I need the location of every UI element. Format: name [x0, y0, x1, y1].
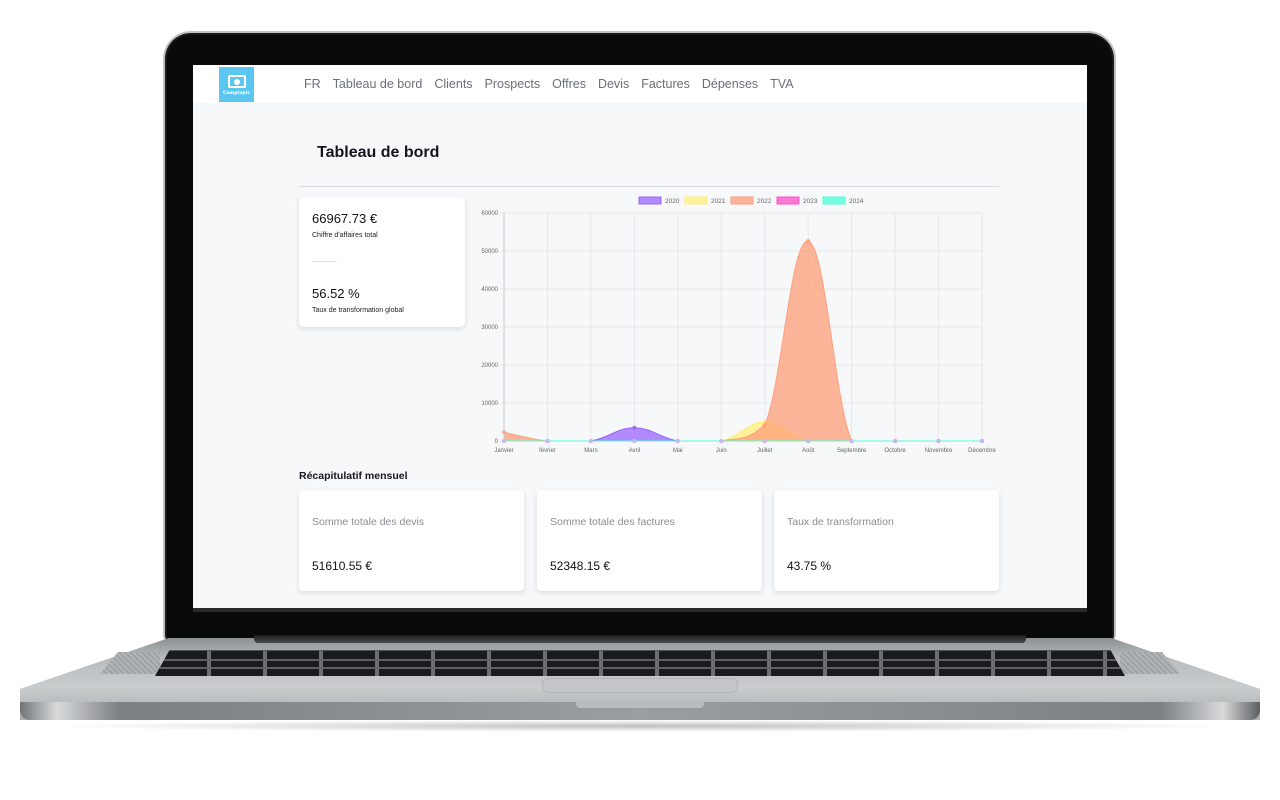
x-tick-label: février	[539, 448, 556, 454]
chart-areas	[502, 239, 984, 443]
y-tick-label: 10000	[481, 401, 498, 407]
point-2024	[719, 439, 724, 443]
x-tick-label: Mai	[673, 448, 683, 454]
point-2024	[980, 439, 984, 443]
point-2024	[632, 439, 637, 443]
summary-label: Taux de transformation	[787, 516, 894, 528]
summary-value: 51610.55 €	[312, 559, 373, 573]
legend-label-2024: 2024	[849, 198, 864, 205]
point-2024	[675, 439, 680, 443]
legend-label-2021: 2021	[711, 198, 726, 205]
legend-swatch-2024	[822, 196, 846, 205]
x-tick-label: Juillet	[757, 448, 773, 454]
legend-swatch-2020	[638, 196, 662, 205]
x-tick-label: Novembre	[925, 448, 953, 454]
line-2022	[503, 240, 982, 442]
summary-card-invoices: Somme totale des factures 52348.15 €	[537, 490, 762, 591]
revenue-chart-svg: 0 10000 20000 30000 40000 50000 60000 Janvier fé…	[481, 196, 996, 454]
revenue-value: 66967.73 €	[312, 211, 378, 226]
nav-factures[interactable]: Factures	[641, 77, 690, 91]
app-screen: Comptapic FR Tableau de bord Clients Pro…	[193, 65, 1087, 608]
nav-devis[interactable]: Devis	[598, 77, 629, 91]
point-2022	[762, 423, 767, 428]
revenue-label: Chiffre d'affaires total	[312, 232, 378, 239]
screen-bezel-bottom	[193, 608, 1087, 612]
kpi-card: 66967.73 € Chiffre d'affaires total 56.5…	[299, 197, 465, 327]
chart-axes: 0 10000 20000 30000 40000 50000 60000 Janvier fé…	[481, 211, 996, 454]
wallet-icon	[227, 75, 246, 88]
conversion-rate-value: 56.52 %	[312, 286, 360, 301]
title-divider	[299, 186, 999, 187]
point-2022	[806, 239, 811, 244]
nav-links: FR Tableau de bord Clients Prospects Off…	[304, 65, 794, 103]
laptop-notch	[576, 702, 704, 708]
y-tick-label: 30000	[481, 325, 498, 331]
point-2020	[632, 425, 637, 430]
chart-grid	[500, 212, 983, 444]
page-title: Tableau de bord	[317, 144, 440, 161]
summary-label: Somme totale des devis	[312, 516, 425, 528]
nav-tva[interactable]: TVA	[770, 77, 793, 91]
legend-swatch-2023	[776, 196, 800, 205]
laptop-keyboard	[155, 650, 1125, 676]
nav-prospects[interactable]: Prospects	[485, 77, 541, 91]
chart-legend: 2020 2021 2022 2023 2024	[638, 196, 864, 205]
nav-language-fr[interactable]: FR	[304, 77, 321, 91]
point-2024	[588, 439, 593, 443]
area-2022	[504, 241, 982, 441]
laptop-shadow	[40, 720, 1240, 732]
top-navbar: Comptapic FR Tableau de bord Clients Pro…	[193, 65, 1087, 103]
legend-swatch-2022	[730, 196, 754, 205]
y-tick-label: 60000	[481, 211, 498, 217]
summary-card-quotes: Somme totale des devis 51610.55 €	[299, 490, 524, 591]
y-tick-label: 0	[495, 439, 499, 445]
nav-clients[interactable]: Clients	[434, 77, 472, 91]
speaker-grille-left	[100, 652, 160, 674]
revenue-chart: 0 10000 20000 30000 40000 50000 60000 Janvier fé…	[468, 195, 1008, 460]
legend-swatch-2021	[684, 196, 708, 205]
conversion-rate-label: Taux de transformation global	[312, 307, 404, 314]
summary-card-conversion: Taux de transformation 43.75 %	[774, 490, 999, 591]
x-tick-label: Octobre	[884, 448, 906, 454]
laptop-mockup: Comptapic FR Tableau de bord Clients Pro…	[0, 0, 1280, 800]
point-2024	[545, 439, 550, 443]
legend-label-2023: 2023	[803, 198, 818, 205]
summary-value: 52348.15 €	[550, 559, 611, 573]
point-2024	[936, 439, 941, 443]
summary-label: Somme totale des factures	[550, 516, 675, 528]
legend-label-2020: 2020	[665, 198, 680, 205]
x-tick-label: Janvier	[494, 448, 513, 454]
nav-dashboard[interactable]: Tableau de bord	[333, 77, 423, 91]
laptop-hinge	[254, 635, 1026, 643]
point-2024	[849, 439, 854, 443]
speaker-grille-right	[1120, 652, 1180, 674]
x-tick-label: Avril	[629, 448, 641, 454]
laptop-trackpad	[542, 678, 738, 693]
point-2024	[893, 439, 898, 443]
point-2024	[762, 439, 767, 443]
nav-depenses[interactable]: Dépenses	[702, 77, 758, 91]
monthly-summary-title: Récapitulatif mensuel	[299, 470, 408, 482]
point-2024	[806, 439, 811, 443]
x-tick-label: Décembre	[968, 448, 996, 454]
app-logo[interactable]: Comptapic	[219, 67, 254, 102]
y-tick-label: 40000	[481, 287, 498, 293]
x-tick-label: Septembre	[837, 448, 867, 454]
summary-value: 43.75 %	[787, 559, 832, 573]
logo-text: Comptapic	[223, 91, 250, 96]
y-tick-label: 20000	[481, 363, 498, 369]
x-tick-label: Mars	[584, 448, 597, 454]
y-tick-label: 50000	[481, 249, 498, 255]
legend-label-2022: 2022	[757, 198, 772, 205]
x-tick-label: Août	[802, 448, 815, 454]
kpi-divider	[312, 261, 337, 262]
nav-offres[interactable]: Offres	[552, 77, 586, 91]
x-tick-label: Juin	[716, 448, 727, 454]
